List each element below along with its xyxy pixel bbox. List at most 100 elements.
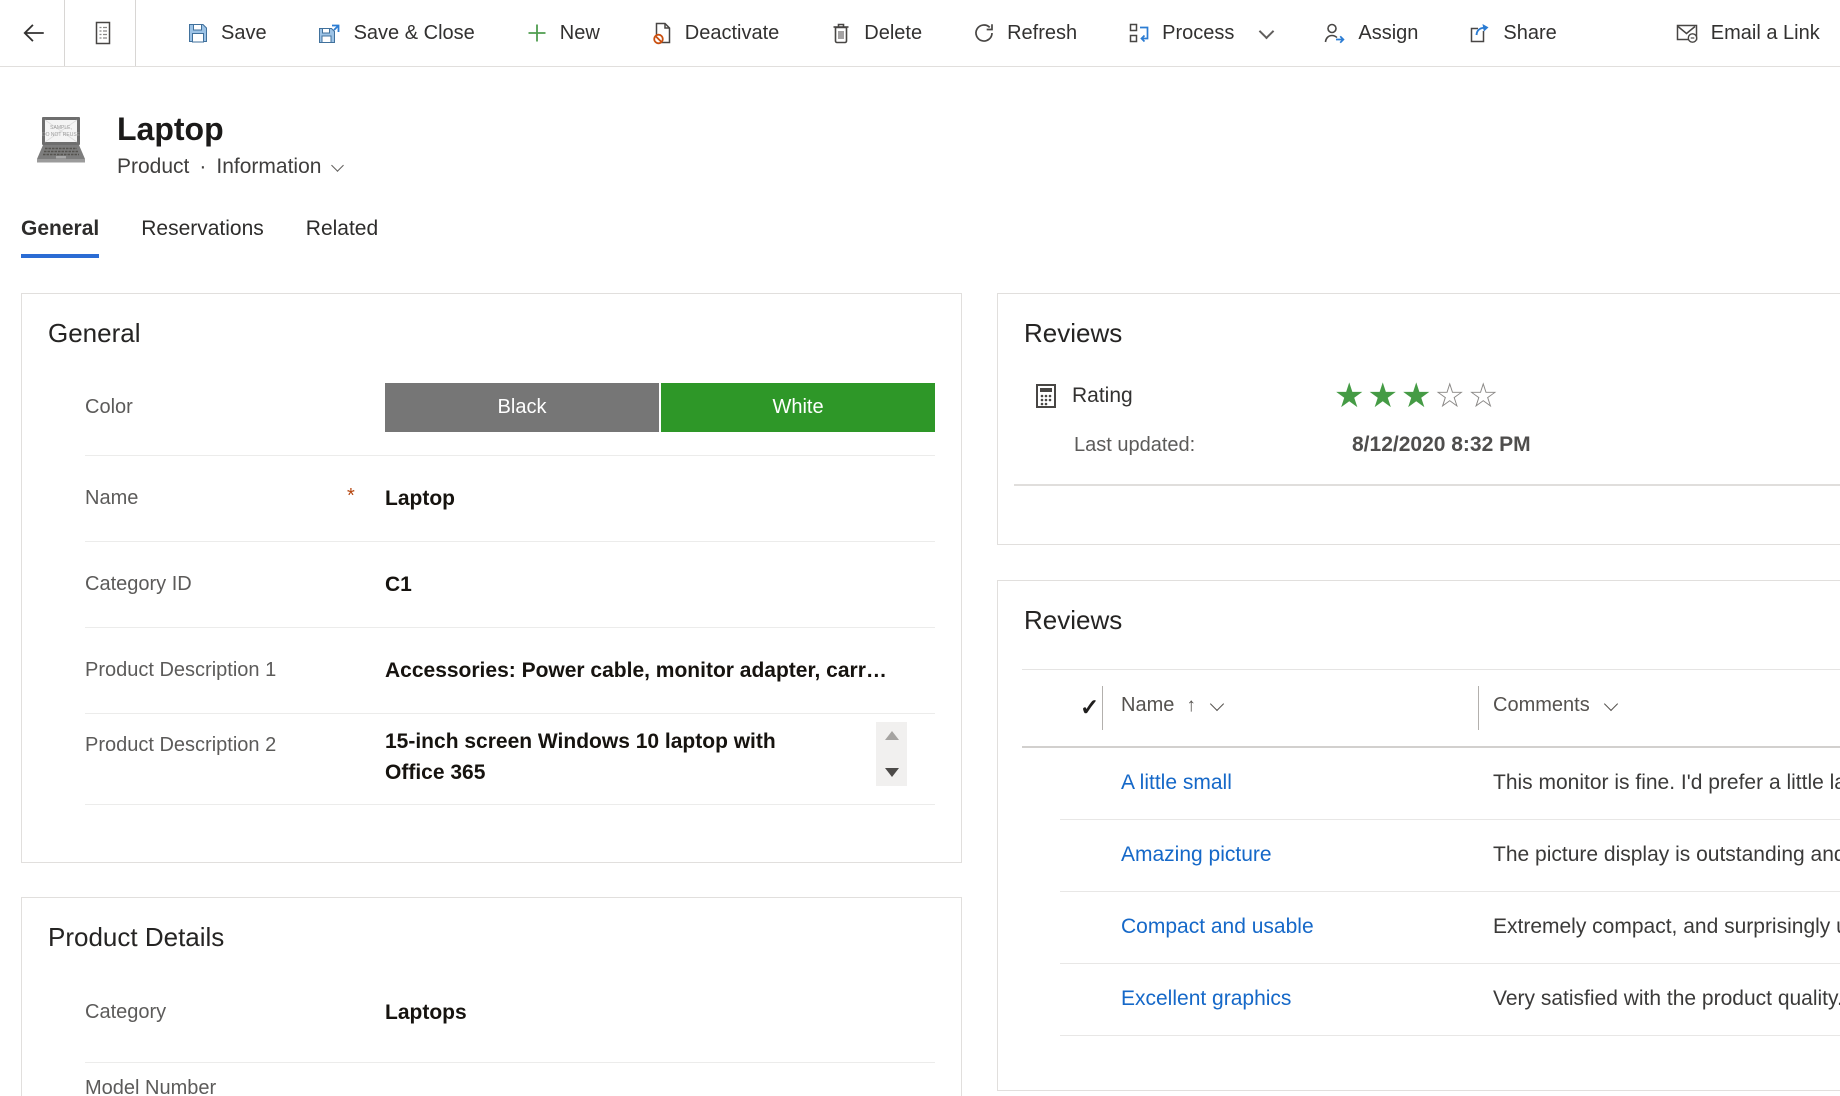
save-and-close-icon xyxy=(317,21,343,45)
refresh-label: Refresh xyxy=(1007,22,1077,45)
email-link-button[interactable]: Email a Link xyxy=(1675,21,1820,45)
review-name-link[interactable]: Excellent graphics xyxy=(1121,987,1291,1011)
table-row: Amazing picture The picture display is o… xyxy=(998,820,1840,892)
review-name-link[interactable]: A little small xyxy=(1121,771,1232,795)
section-title: Product Details xyxy=(22,898,961,953)
save-button[interactable]: Save xyxy=(186,21,267,45)
field-label: Name * xyxy=(85,487,385,510)
category-id-field-value[interactable]: C1 xyxy=(385,573,412,597)
scroll-down-icon[interactable] xyxy=(885,768,899,777)
back-arrow-icon xyxy=(21,20,47,46)
command-bar: Save Save & Close New xyxy=(0,0,1840,67)
image-watermark-line2: DO NOT REUSE xyxy=(42,132,81,138)
column-header-name[interactable]: Name ↑ xyxy=(1121,694,1222,717)
section-title: Reviews xyxy=(998,294,1840,349)
review-name-link[interactable]: Compact and usable xyxy=(1121,915,1314,939)
record-subtitle: Product · Information xyxy=(117,155,342,179)
product-image[interactable]: SAMPLE, DO NOT REUSE xyxy=(33,112,89,170)
field-row-name: Name * Laptop xyxy=(85,456,935,542)
review-name-link[interactable]: Amazing picture xyxy=(1121,843,1272,867)
new-button[interactable]: New xyxy=(525,21,600,45)
deactivate-button[interactable]: Deactivate xyxy=(650,21,780,45)
chevron-down-icon xyxy=(1210,696,1224,710)
color-option-black[interactable]: Black xyxy=(385,383,659,432)
divider xyxy=(1014,484,1840,486)
product-description-1-value[interactable]: Accessories: Power cable, monitor adapte… xyxy=(385,659,890,683)
review-comment: This monitor is fine. I'd prefer a littl… xyxy=(1493,771,1840,795)
last-updated-value: 8/12/2020 8:32 PM xyxy=(1352,433,1531,457)
refresh-button[interactable]: Refresh xyxy=(972,21,1077,45)
review-comment: Very satisfied with the product quality. xyxy=(1493,987,1840,1011)
sort-ascending-icon: ↑ xyxy=(1186,695,1196,717)
general-section-card: General Color Black White Name * Laptop … xyxy=(21,293,962,863)
assign-button[interactable]: Assign xyxy=(1322,21,1418,45)
subtitle-separator: · xyxy=(199,155,206,179)
divider xyxy=(135,0,136,66)
refresh-icon xyxy=(972,21,996,45)
form-tabs: General Reservations Related xyxy=(21,217,378,258)
share-label: Share xyxy=(1503,22,1556,45)
reviews-summary-card: Reviews Rating ★★★☆☆ Last updated: 8/12/… xyxy=(997,293,1840,545)
entity-name: Product xyxy=(117,155,189,179)
color-option-white[interactable]: White xyxy=(661,383,935,432)
chevron-down-icon xyxy=(332,159,345,172)
star-filled-icon: ★ xyxy=(1401,377,1434,415)
column-label: Comments xyxy=(1493,694,1590,717)
field-label: Category ID xyxy=(85,573,385,596)
deactivate-icon xyxy=(650,21,674,45)
rating-label: Rating xyxy=(1072,384,1334,408)
process-label: Process xyxy=(1162,22,1234,45)
table-row: Compact and usable Extremely compact, an… xyxy=(998,892,1840,964)
email-link-label: Email a Link xyxy=(1711,22,1820,45)
name-field-value[interactable]: Laptop xyxy=(385,487,455,511)
column-divider xyxy=(1102,686,1103,730)
tab-reservations[interactable]: Reservations xyxy=(141,217,264,258)
delete-button[interactable]: Delete xyxy=(829,21,922,45)
process-button[interactable]: Process xyxy=(1127,21,1272,45)
column-label: Name xyxy=(1121,694,1174,717)
subgrid-rows: A little small This monitor is fine. I'd… xyxy=(998,748,1840,1036)
review-comment: The picture display is outstanding and c… xyxy=(1493,843,1840,867)
save-label: Save xyxy=(221,22,267,45)
field-label: Product Description 2 xyxy=(85,734,385,757)
star-empty-icon: ☆ xyxy=(1468,377,1501,415)
product-description-2-value[interactable]: 15-inch screen Windows 10 laptop with Of… xyxy=(385,726,830,790)
product-details-section-card: Product Details Category Laptops Model N… xyxy=(21,897,962,1096)
record-header: SAMPLE, DO NOT REUSE Laptop Product · In… xyxy=(33,110,342,179)
tab-general[interactable]: General xyxy=(21,217,99,258)
deactivate-label: Deactivate xyxy=(685,22,780,45)
record-set-navigator-button[interactable] xyxy=(81,20,125,46)
assign-label: Assign xyxy=(1358,22,1418,45)
record-title-block: Laptop Product · Information xyxy=(117,110,342,179)
form-name: Information xyxy=(216,155,321,179)
field-row-product-description-1: Product Description 1 Accessories: Power… xyxy=(85,628,935,714)
image-watermark-line1: SAMPLE, xyxy=(50,125,72,131)
share-button[interactable]: Share xyxy=(1468,21,1556,45)
textarea-scrollbar[interactable] xyxy=(876,722,907,786)
reviews-subgrid-card: Reviews ✓ Name ↑ Comments A little small… xyxy=(997,580,1840,1091)
last-updated-label: Last updated: xyxy=(1074,434,1352,457)
color-option-set: Black White xyxy=(385,383,935,432)
column-header-comments[interactable]: Comments xyxy=(1493,694,1616,717)
save-and-close-button[interactable]: Save & Close xyxy=(317,21,475,45)
scroll-up-icon[interactable] xyxy=(885,731,899,740)
back-button[interactable] xyxy=(14,20,54,46)
rating-stars: ★★★☆☆ xyxy=(1334,379,1501,413)
record-list-icon xyxy=(91,20,115,46)
section-title: General xyxy=(22,294,961,349)
save-icon xyxy=(186,21,210,45)
select-all-checkmark-icon[interactable]: ✓ xyxy=(1080,694,1099,721)
assign-person-icon xyxy=(1322,21,1347,45)
category-field-value[interactable]: Laptops xyxy=(385,1001,467,1025)
required-marker: * xyxy=(347,485,355,508)
row-divider xyxy=(1060,1035,1840,1036)
save-and-close-label: Save & Close xyxy=(354,22,475,45)
product-form-page: Save Save & Close New xyxy=(0,0,1840,1096)
calculated-field-icon xyxy=(1036,384,1056,408)
field-label: Category xyxy=(85,1001,385,1024)
field-row-category: Category Laptops xyxy=(85,963,935,1063)
tab-related[interactable]: Related xyxy=(306,217,378,258)
column-divider xyxy=(1478,686,1479,730)
form-selector[interactable]: Information xyxy=(216,155,342,179)
divider xyxy=(64,0,65,66)
